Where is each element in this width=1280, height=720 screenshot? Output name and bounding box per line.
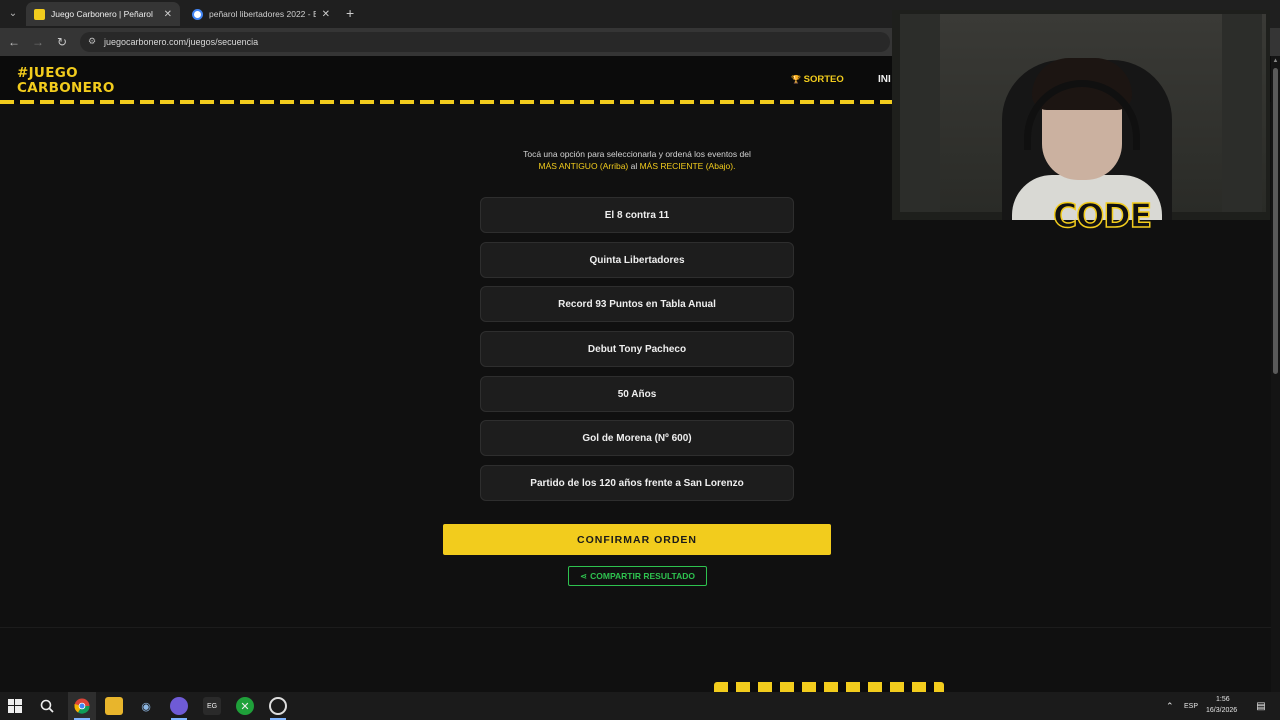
webcam-overlay	[892, 10, 1270, 220]
trophy-icon: 🏆	[791, 75, 801, 84]
share-icon: ⋖	[580, 570, 588, 581]
discord-icon[interactable]	[170, 697, 188, 715]
nav-sorteo[interactable]: 🏆 SORTEO	[791, 74, 844, 85]
tab-list-icon[interactable]: ⌄	[4, 4, 22, 22]
screen: ⌄ Juego Carbonero | Peñarol ✕ peñarol li…	[0, 0, 1280, 720]
instruction-oldest: MÁS ANTIGUO (Arriba)	[538, 161, 629, 171]
site-logo[interactable]: #JUEGO CARBONERO	[17, 66, 115, 96]
streamer-code-badge: CODE	[1052, 195, 1153, 236]
scroll-thumb[interactable]	[1273, 68, 1278, 374]
instruction-line-2: MÁS ANTIGUO (Arriba) al MÁS RECIENTE (Ab…	[436, 160, 838, 172]
nav-inicio[interactable]: INI	[878, 74, 891, 85]
share-result-label: COMPARTIR RESULTADO	[590, 571, 695, 581]
tray-chevron-icon[interactable]: ⌃	[1166, 701, 1174, 712]
game-instructions: Tocá una opción para seleccionarla y ord…	[436, 148, 838, 172]
clock-date[interactable]: 16/3/2026	[1206, 707, 1237, 714]
site-info-icon[interactable]: ⚙	[88, 36, 100, 48]
site-favicon-icon	[34, 8, 45, 20]
xbox-icon[interactable]: ✕	[236, 697, 254, 715]
steam-icon[interactable]: ◉	[137, 697, 155, 715]
tab-google-search[interactable]: peñarol libertadores 2022 - Bus ✕	[184, 2, 338, 26]
webcam-curtain-left	[900, 14, 940, 212]
url-bar[interactable]: ⚙ juegocarbonero.com/juegos/secuencia	[80, 32, 890, 52]
obs-icon[interactable]	[269, 697, 287, 715]
confirm-order-button[interactable]: CONFIRMAR ORDEN	[443, 524, 831, 555]
sequence-option[interactable]: 50 Años	[480, 376, 794, 412]
section-divider	[0, 627, 1280, 628]
logo-line-2: CARBONERO	[17, 80, 115, 96]
reload-icon[interactable]: ↻	[54, 34, 70, 50]
forward-icon[interactable]: →	[30, 34, 46, 50]
tab-title: Juego Carbonero | Peñarol	[51, 9, 153, 19]
clock-time[interactable]: 1:56	[1216, 696, 1230, 703]
sequence-option[interactable]: Quinta Libertadores	[480, 242, 794, 278]
webcam-curtain-right	[1222, 14, 1262, 212]
tab-juego-carbonero[interactable]: Juego Carbonero | Peñarol ✕	[26, 2, 180, 26]
instruction-connector: al	[628, 161, 640, 171]
sequence-option[interactable]: Record 93 Puntos en Tabla Anual	[480, 286, 794, 322]
language-indicator[interactable]: ESP	[1184, 703, 1198, 710]
close-tab-icon[interactable]: ✕	[322, 9, 330, 20]
file-explorer-icon[interactable]	[105, 697, 123, 715]
notifications-icon[interactable]: ▤	[1252, 697, 1270, 715]
new-tab-icon[interactable]: +	[346, 5, 354, 21]
windows-taskbar: ◉ EG ✕ ⌃ ESP 1:56 16/3/2026 ▤	[0, 692, 1280, 720]
close-tab-icon[interactable]: ✕	[164, 9, 172, 20]
share-result-button[interactable]: ⋖ COMPARTIR RESULTADO	[568, 566, 707, 586]
url-text[interactable]: juegocarbonero.com/juegos/secuencia	[104, 37, 258, 47]
back-icon[interactable]: ←	[6, 34, 22, 50]
epic-games-icon[interactable]: EG	[203, 697, 221, 715]
header-caution-stripe	[0, 100, 892, 104]
nav-sorteo-label: SORTEO	[803, 74, 844, 85]
instruction-newest: MÁS RECIENTE (Abajo).	[639, 161, 736, 171]
sequence-option[interactable]: Partido de los 120 años frente a San Lor…	[480, 465, 794, 501]
sequence-option[interactable]: Gol de Morena (Nº 600)	[480, 420, 794, 456]
chrome-icon[interactable]	[73, 697, 91, 715]
scroll-up-icon[interactable]: ▲	[1272, 58, 1279, 66]
sequence-option[interactable]: Debut Tony Pacheco	[480, 331, 794, 367]
sequence-option[interactable]: El 8 contra 11	[480, 197, 794, 233]
footer-caution-stripe	[714, 682, 944, 692]
windows-start-icon[interactable]	[6, 697, 24, 715]
search-icon[interactable]	[38, 697, 56, 715]
instruction-line-1: Tocá una opción para seleccionarla y ord…	[523, 149, 751, 159]
page-scrollbar[interactable]: ▲	[1271, 56, 1280, 692]
logo-line-1: #JUEGO	[17, 65, 78, 81]
google-favicon-icon	[192, 8, 203, 20]
tab-title: peñarol libertadores 2022 - Bus	[209, 9, 316, 19]
